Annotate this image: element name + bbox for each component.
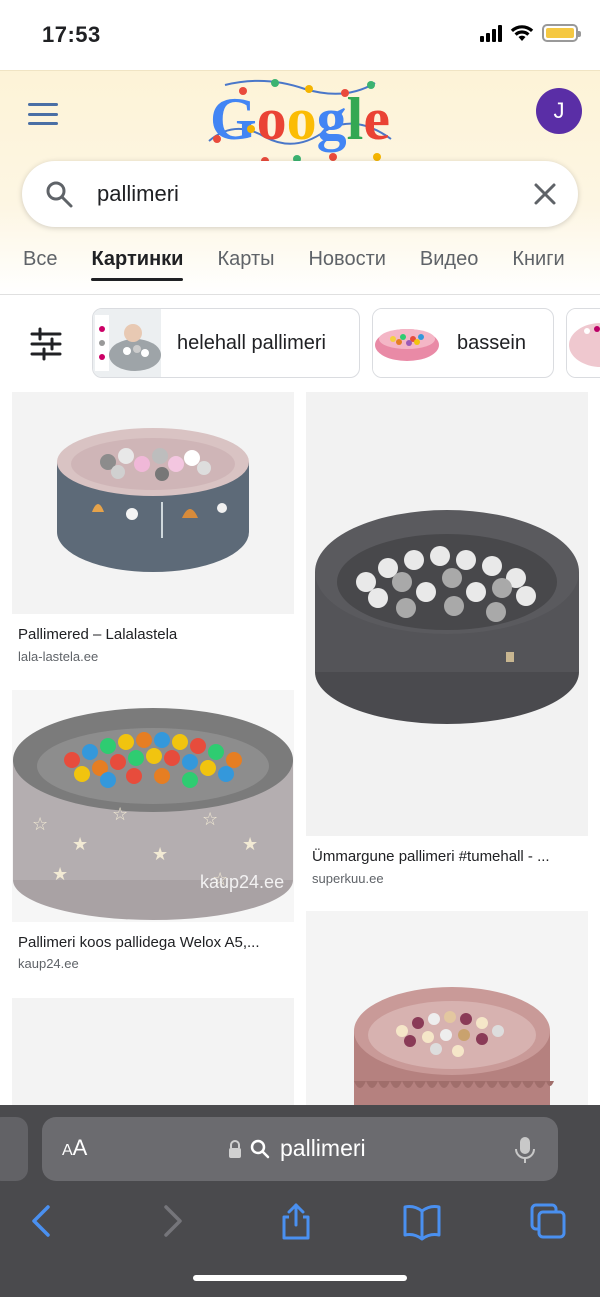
tab-maps[interactable]: Карты — [200, 240, 291, 295]
result-card[interactable] — [12, 998, 294, 1105]
battery-icon — [542, 24, 581, 42]
mic-icon[interactable] — [514, 1135, 536, 1165]
result-image — [12, 998, 294, 1105]
chip-bassein[interactable]: bassein — [372, 308, 554, 378]
menu-icon[interactable] — [28, 103, 58, 125]
status-time: 17:53 — [42, 22, 101, 47]
google-logo[interactable]: Google — [205, 79, 395, 169]
chip-label: bassein — [457, 331, 526, 354]
result-title[interactable]: Pallimeri koos pallidega Welox A5,... — [18, 934, 294, 951]
safari-toolbar: AA pallimeri — [0, 1105, 600, 1297]
search-tabs: Все Картинки Карты Новости Видео Книги — [0, 240, 600, 295]
search-icon — [250, 1139, 270, 1159]
svg-text:☆: ☆ — [112, 804, 128, 825]
close-icon[interactable] — [530, 179, 560, 209]
address-bar[interactable]: AA pallimeri — [42, 1117, 558, 1181]
safari-nav-row — [0, 1195, 600, 1243]
svg-text:☆: ☆ — [202, 809, 218, 830]
result-image — [12, 392, 294, 614]
google-logo-text: Google — [210, 86, 390, 152]
result-title[interactable]: Pallimered – Lalalastela — [18, 626, 294, 643]
result-image — [306, 911, 588, 1105]
home-indicator[interactable] — [193, 1275, 407, 1281]
chip-partial[interactable] — [566, 308, 600, 378]
result-source: lala-lastela.ee — [18, 649, 99, 664]
result-image: ☆★☆★ ☆★★ ☆ kaup24.ee — [12, 690, 294, 922]
tabs-icon[interactable] — [528, 1201, 568, 1241]
result-card[interactable] — [306, 911, 588, 1105]
forward-icon[interactable] — [152, 1201, 192, 1241]
chip-thumbnail — [373, 309, 441, 377]
search-box[interactable]: pallimeri — [22, 161, 578, 227]
result-title[interactable]: Ümmargune pallimeri #tumehall - ... — [312, 848, 588, 865]
svg-text:★: ★ — [52, 864, 68, 885]
chip-thumbnail — [93, 309, 161, 377]
result-card[interactable]: ☆ ★ ☆ ★ ☆ ★ ★ ☆ kaup24.ee Pallimeri koos palli… — [12, 690, 294, 980]
suggestion-chips: helehall pallimeri bassein — [0, 308, 600, 380]
result-image — [306, 392, 588, 836]
signal-icon — [480, 24, 502, 42]
svg-text:★: ★ — [242, 834, 258, 855]
svg-text:★: ★ — [72, 834, 88, 855]
result-card[interactable]: Ümmargune pallimeri #tumehall - ... supe… — [306, 392, 588, 892]
text-size-button[interactable]: AA — [62, 1135, 87, 1161]
result-source: kaup24.ee — [18, 956, 79, 971]
tab-all[interactable]: Все — [0, 240, 74, 295]
status-bar: 17:53 — [0, 0, 600, 70]
wifi-icon — [510, 25, 534, 41]
search-icon[interactable] — [44, 179, 74, 209]
image-results: Pallimered – Lalalastela lala-lastela.ee… — [0, 390, 600, 1105]
back-icon[interactable] — [22, 1201, 62, 1241]
result-source: superkuu.ee — [312, 871, 384, 886]
svg-text:☆: ☆ — [32, 814, 48, 835]
share-icon[interactable] — [276, 1201, 316, 1241]
divider — [0, 294, 600, 295]
chip-label: helehall pallimeri — [177, 331, 326, 354]
address-text[interactable]: pallimeri — [280, 1135, 366, 1162]
tab-videos[interactable]: Видео — [403, 240, 495, 295]
result-card[interactable]: Pallimered – Lalalastela lala-lastela.ee — [12, 392, 294, 672]
bookmarks-icon[interactable] — [402, 1201, 442, 1241]
tab-news[interactable]: Новости — [291, 240, 402, 295]
lock-icon — [229, 1140, 241, 1158]
svg-text:★: ★ — [152, 844, 168, 865]
avatar[interactable]: J — [536, 88, 582, 134]
chip-thumbnail — [567, 309, 600, 377]
status-icons — [480, 24, 581, 42]
watermark-text: kaup24.ee — [200, 872, 284, 892]
previous-tab-preview[interactable] — [0, 1117, 28, 1181]
chip-helehall-pallimeri[interactable]: helehall pallimeri — [92, 308, 360, 378]
tab-books[interactable]: Книги — [495, 240, 581, 295]
tab-images[interactable]: Картинки — [74, 240, 200, 295]
tune-icon[interactable] — [26, 326, 66, 362]
avatar-letter: J — [553, 98, 565, 123]
search-input[interactable]: pallimeri — [97, 181, 179, 207]
